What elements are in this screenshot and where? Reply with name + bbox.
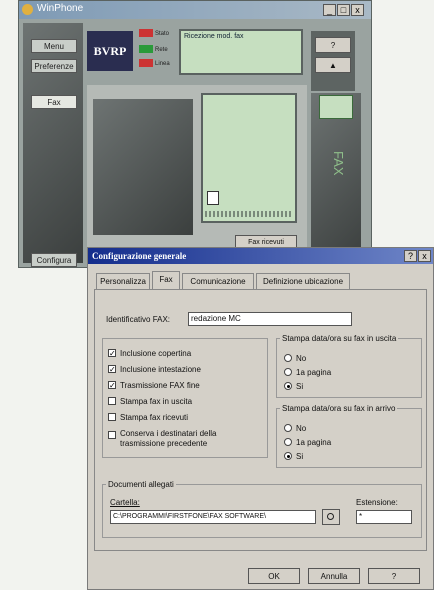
app-icon — [22, 4, 33, 15]
print-in-checkbox[interactable] — [108, 413, 116, 421]
header-label: Inclusione intestazione — [120, 365, 201, 374]
dialog-title: Configurazione generale — [88, 248, 433, 264]
fax-vertical-label: FAX — [331, 151, 346, 176]
bvrp-logo: BVRP — [87, 31, 133, 71]
print-out-checkbox[interactable] — [108, 397, 116, 405]
fine-mode-label: Trasmissione FAX fine — [120, 381, 200, 390]
label-rete: Rete — [155, 47, 168, 53]
menu-button[interactable]: Menu — [31, 39, 77, 53]
tab-personalizza[interactable]: Personalizza — [96, 273, 150, 289]
status-display: Ricezione mod. fax — [179, 29, 303, 75]
scroll-up-button[interactable]: ▲ — [315, 57, 351, 73]
led-red — [139, 29, 153, 37]
browse-folder-button[interactable] — [322, 509, 340, 525]
fax-icon[interactable] — [319, 95, 353, 119]
close-button[interactable]: x — [351, 4, 364, 16]
progress-strip — [205, 211, 293, 217]
fax-preview-dark — [93, 99, 193, 235]
help-dialog-button[interactable]: ? — [368, 568, 420, 584]
configure-button[interactable]: Configura — [31, 253, 77, 267]
print-out-no-label: No — [296, 354, 307, 363]
folder-label: Cartella: — [110, 498, 140, 507]
print-in-yes-label: Si — [296, 452, 304, 461]
print-in-first-label: 1a pagina — [296, 438, 332, 447]
print-in-first-radio[interactable] — [284, 438, 292, 446]
print-out-label: Stampa fax in uscita — [120, 397, 193, 406]
preferences-button[interactable]: Preferenze — [31, 59, 77, 73]
help-button[interactable]: ? — [315, 37, 351, 53]
print-out-yes-radio[interactable] — [284, 382, 292, 390]
document-icon — [207, 191, 219, 205]
fine-mode-checkbox[interactable]: ✓ — [108, 381, 116, 390]
print-in-no-label: No — [296, 424, 307, 433]
tab-comunicazione[interactable]: Comunicazione — [182, 273, 254, 289]
print-in-yes-radio[interactable] — [284, 452, 292, 460]
print-out-first-label: 1a pagina — [296, 368, 332, 377]
label-stato: Stato — [155, 31, 170, 37]
minimize-button[interactable]: _ — [323, 4, 336, 16]
print-in-label: Stampa fax ricevuti — [120, 413, 189, 422]
header-checkbox[interactable]: ✓ — [108, 365, 116, 374]
tab-definizione-ubicazione[interactable]: Definizione ubicazione — [256, 273, 350, 289]
label-linea: Linea — [155, 61, 170, 67]
extension-input[interactable]: * — [356, 510, 412, 524]
dialog-help-button[interactable]: ? — [404, 250, 417, 262]
led-green — [139, 45, 153, 53]
app-title: WinPhone — [37, 3, 84, 14]
fax-page-preview — [201, 93, 297, 223]
fax-id-label: Identificativo FAX: — [106, 315, 171, 324]
print-date-in-title: Stampa data/ora su fax in arrivo — [280, 404, 398, 413]
config-dialog: Configurazione generale ? x Personalizza… — [87, 247, 434, 590]
fax-id-input[interactable]: redazione MC — [188, 312, 352, 326]
dialog-close-button[interactable]: x — [418, 250, 431, 262]
led-red-2 — [139, 59, 153, 67]
cancel-button[interactable]: Annulla — [308, 568, 360, 584]
keep-recipients-checkbox[interactable] — [108, 431, 116, 439]
app-window: WinPhone _ □ x Menu Preferenze Fax Confi… — [18, 0, 372, 268]
cover-page-checkbox[interactable]: ✓ — [108, 349, 116, 358]
print-date-out-title: Stampa data/ora su fax in uscita — [280, 334, 399, 343]
print-out-yes-label: Si — [296, 382, 304, 391]
print-in-no-radio[interactable] — [284, 424, 292, 432]
app-titlebar: WinPhone _ □ x — [19, 1, 371, 19]
fax-tab-button[interactable]: Fax — [31, 95, 77, 109]
tab-fax[interactable]: Fax — [152, 271, 180, 290]
folder-input[interactable]: C:\PROGRAMMI\FIRSTFONE\FAX SOFTWARE\ — [110, 510, 316, 524]
ok-button[interactable]: OK — [248, 568, 300, 584]
keep-recipients-label-2: trasmissione precedente — [120, 439, 208, 448]
extension-label: Estensione: — [356, 498, 398, 507]
keep-recipients-label: Conserva i destinatari della — [120, 429, 217, 438]
status-text: Ricezione mod. fax — [184, 33, 244, 40]
search-icon — [327, 513, 334, 520]
attachments-title: Documenti allegati — [106, 480, 176, 489]
print-out-no-radio[interactable] — [284, 354, 292, 362]
print-out-first-radio[interactable] — [284, 368, 292, 376]
maximize-button[interactable]: □ — [337, 4, 350, 16]
cover-page-label: Inclusione copertina — [120, 349, 192, 358]
